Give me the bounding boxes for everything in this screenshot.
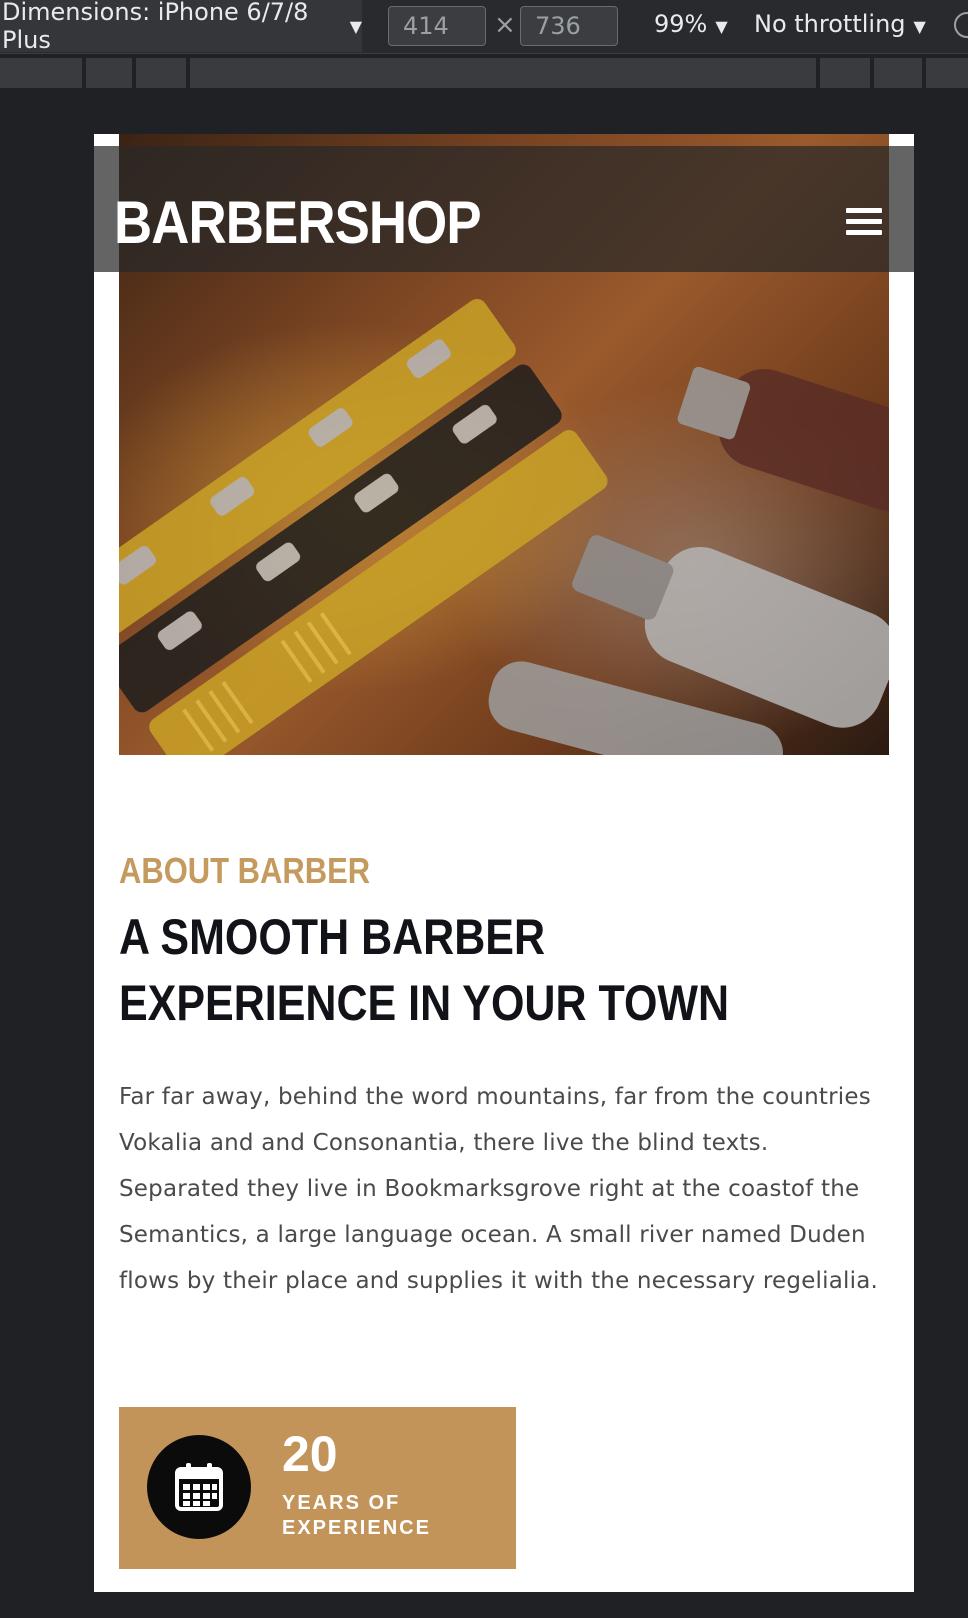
media-query-segment[interactable] (820, 58, 870, 88)
experience-label-line: EXPERIENCE (282, 1517, 431, 1539)
site-logo[interactable]: BARBERSHOP (114, 188, 482, 257)
throttle-selector[interactable]: No throttling ▼ (754, 10, 926, 38)
media-query-segment[interactable] (926, 58, 968, 88)
experience-icon-circle (147, 1435, 251, 1539)
section-headline: A SMOOTH BARBER EXPERIENCE IN YOUR TOWN (119, 904, 790, 1036)
device-selector[interactable]: Dimensions: iPhone 6/7/8 Plus ▼ (0, 0, 362, 54)
media-query-segment[interactable] (0, 58, 82, 88)
hamburger-icon[interactable] (846, 208, 882, 238)
height-input[interactable]: 736 (520, 6, 618, 46)
experience-badge: 20 YEARS OF EXPERIENCE (119, 1407, 516, 1569)
media-query-segment[interactable] (136, 58, 186, 88)
device-viewport: BARBERSHOP ABOUT BARBER A SMOOTH BARBER … (94, 134, 914, 1592)
throttle-label: No throttling (754, 10, 906, 38)
experience-years: 20 (282, 1426, 338, 1482)
media-query-segment[interactable] (190, 58, 816, 88)
media-query-segment[interactable] (874, 58, 922, 88)
calendar-icon (175, 1463, 223, 1511)
site-header: BARBERSHOP (94, 146, 914, 272)
section-subtitle: ABOUT BARBER (119, 850, 371, 891)
headline-line: EXPERIENCE IN YOUR TOWN (119, 975, 730, 1031)
times-icon: × (494, 10, 516, 40)
zoom-label: 99% (654, 10, 708, 38)
chevron-down-icon: ▼ (715, 17, 728, 36)
experience-label-line: YEARS OF (282, 1492, 401, 1514)
device-label: Dimensions: iPhone 6/7/8 Plus (2, 0, 309, 54)
zoom-selector[interactable]: 99% ▼ (654, 10, 728, 38)
about-paragraph: Far far away, behind the word mountains,… (119, 1084, 879, 1294)
rotate-icon[interactable] (954, 12, 968, 38)
chevron-down-icon: ▼ (349, 16, 362, 36)
media-query-bar (0, 58, 968, 88)
experience-label: YEARS OF EXPERIENCE (282, 1491, 502, 1541)
width-input[interactable]: 414 (388, 6, 486, 46)
devtools-toolbar: Dimensions: iPhone 6/7/8 Plus ▼ 414 × 73… (0, 0, 968, 54)
headline-line: A SMOOTH BARBER (119, 909, 546, 965)
media-query-segment[interactable] (86, 58, 132, 88)
chevron-down-icon: ▼ (913, 17, 926, 36)
